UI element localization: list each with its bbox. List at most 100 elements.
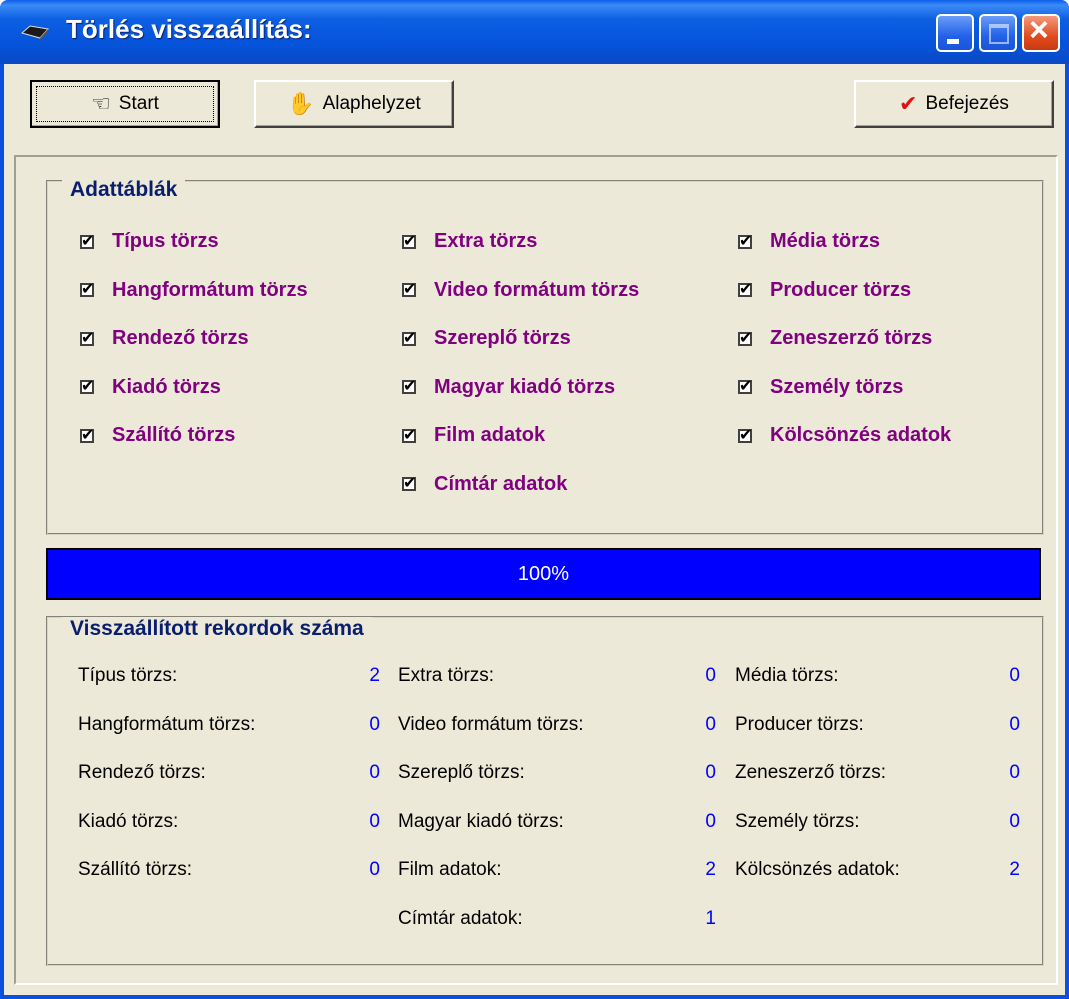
tables-group-title: Adattáblák — [62, 178, 186, 202]
close-button[interactable]: × — [1022, 11, 1060, 52]
count-value: 2 — [1009, 859, 1020, 880]
table-checkbox-label: Személy törzs — [770, 375, 904, 398]
checkmark-icon: ✔ — [899, 91, 918, 116]
count-value: 0 — [1009, 665, 1020, 686]
progress-label: 100% — [517, 562, 570, 585]
count-value: 1 — [705, 907, 716, 929]
count-label: Típus törzs: — [78, 665, 178, 686]
reset-button-label: Alaphelyzet — [322, 93, 421, 114]
table-checkbox-label: Producer törzs — [770, 278, 912, 301]
table-checkbox[interactable]: Rendező törzs — [80, 327, 249, 350]
count-value: 0 — [1009, 810, 1020, 832]
table-checkbox-label: Címtár adatok — [434, 472, 568, 495]
table-checkbox-label: Kiadó törzs — [112, 375, 221, 398]
checkbox-checked-icon[interactable] — [402, 376, 416, 396]
table-checkbox[interactable]: Média törzs — [738, 230, 880, 253]
close-icon: × — [1029, 11, 1049, 49]
finish-button[interactable]: ✔ Befejezés — [854, 80, 1054, 128]
checkbox-checked-icon[interactable] — [738, 425, 752, 445]
table-checkbox[interactable]: Szállító törzs — [80, 424, 235, 447]
count-value: 0 — [705, 810, 716, 832]
checkbox-checked-icon[interactable] — [402, 279, 416, 299]
checkbox-checked-icon[interactable] — [80, 231, 94, 251]
table-checkbox-label: Szállító törzs — [112, 424, 236, 446]
minimize-button[interactable] — [936, 14, 974, 52]
table-checkbox-label: Hangformátum törzs — [112, 278, 308, 301]
minimize-icon — [947, 39, 959, 44]
count-label: Média törzs: — [735, 665, 839, 686]
count-label: Film adatok: — [398, 859, 502, 880]
table-checkbox-label: Video formátum törzs — [434, 278, 640, 301]
table-checkbox[interactable]: Film adatok — [402, 424, 545, 447]
counts-group — [46, 616, 1044, 966]
table-checkbox-label: Média törzs — [770, 230, 881, 252]
count-label: Magyar kiadó törzs: — [398, 810, 564, 832]
table-checkbox[interactable]: Hangformátum törzs — [80, 279, 308, 302]
start-button-label: Start — [118, 93, 159, 114]
count-value: 0 — [369, 713, 380, 735]
checkbox-checked-icon[interactable] — [402, 231, 416, 251]
table-checkbox-label: Zeneszerző törzs — [770, 327, 933, 349]
checkbox-checked-icon[interactable] — [80, 279, 94, 299]
count-label: Kiadó törzs: — [78, 810, 179, 832]
table-checkbox[interactable]: Kiadó törzs — [80, 376, 221, 399]
finish-button-label: Befejezés — [925, 93, 1009, 114]
count-value: 2 — [705, 859, 716, 880]
reset-button[interactable]: ✋ Alaphelyzet — [254, 80, 454, 128]
table-checkbox[interactable]: Szereplő törzs — [402, 327, 571, 350]
count-value: 2 — [369, 665, 380, 686]
table-checkbox[interactable]: Típus törzs — [80, 230, 219, 253]
count-label: Hangformátum törzs: — [78, 713, 256, 735]
maximize-icon — [989, 24, 1009, 44]
checkbox-checked-icon[interactable] — [80, 328, 94, 348]
checkbox-checked-icon[interactable] — [738, 279, 752, 299]
count-value: 0 — [1009, 713, 1020, 735]
tape-icon — [20, 25, 49, 41]
checkbox-checked-icon[interactable] — [80, 376, 94, 396]
table-checkbox[interactable]: Címtár adatok — [402, 473, 567, 496]
table-checkbox-label: Magyar kiadó törzs — [434, 375, 616, 398]
count-label: Zeneszerző törzs: — [735, 762, 886, 783]
count-label: Címtár adatok: — [398, 907, 523, 929]
maximize-button[interactable] — [979, 14, 1017, 52]
checkbox-checked-icon[interactable] — [738, 376, 752, 396]
table-checkbox-label: Kölcsönzés adatok — [770, 424, 952, 446]
checkbox-checked-icon[interactable] — [80, 425, 94, 445]
checkbox-checked-icon[interactable] — [402, 328, 416, 348]
checkbox-checked-icon[interactable] — [738, 328, 752, 348]
count-value: 0 — [369, 859, 380, 880]
count-value: 0 — [705, 665, 716, 686]
table-checkbox[interactable]: Extra törzs — [402, 230, 537, 253]
count-value: 0 — [705, 713, 716, 735]
table-checkbox[interactable]: Zeneszerző törzs — [738, 327, 932, 350]
count-label: Video formátum törzs: — [398, 713, 584, 735]
checkbox-checked-icon[interactable] — [402, 473, 416, 493]
progress-bar: 100% — [46, 548, 1041, 600]
table-checkbox[interactable]: Kölcsönzés adatok — [738, 424, 951, 447]
table-checkbox-label: Film adatok — [434, 424, 546, 446]
count-value: 0 — [1009, 762, 1020, 783]
table-checkbox[interactable]: Magyar kiadó törzs — [402, 376, 615, 399]
raised-hand-icon: ✋ — [287, 91, 315, 116]
window-title: Törlés visszaállítás: — [66, 14, 312, 44]
table-checkbox[interactable]: Video formátum törzs — [402, 279, 639, 302]
table-checkbox[interactable]: Személy törzs — [738, 376, 903, 399]
table-checkbox-label: Szereplő törzs — [434, 327, 571, 349]
checkbox-checked-icon[interactable] — [402, 425, 416, 445]
count-value: 0 — [705, 762, 716, 783]
count-value: 0 — [369, 762, 380, 783]
checkbox-checked-icon[interactable] — [738, 231, 752, 251]
start-button[interactable]: ☜ Start — [30, 80, 220, 128]
count-label: Producer törzs: — [735, 713, 864, 735]
count-label: Szereplő törzs: — [398, 762, 525, 783]
table-checkbox-label: Típus törzs — [112, 230, 219, 252]
count-label: Extra törzs: — [398, 665, 495, 686]
table-checkbox[interactable]: Producer törzs — [738, 279, 911, 302]
counts-group-title: Visszaállított rekordok száma — [62, 617, 372, 641]
table-checkbox-label: Rendező törzs — [112, 327, 249, 349]
table-checkbox-label: Extra törzs — [434, 230, 538, 252]
pointing-hand-icon: ☜ — [91, 91, 111, 116]
count-label: Személy törzs: — [735, 810, 860, 832]
title-bar[interactable]: Törlés visszaállítás: × — [0, 0, 1069, 64]
count-label: Szállító törzs: — [78, 859, 193, 880]
